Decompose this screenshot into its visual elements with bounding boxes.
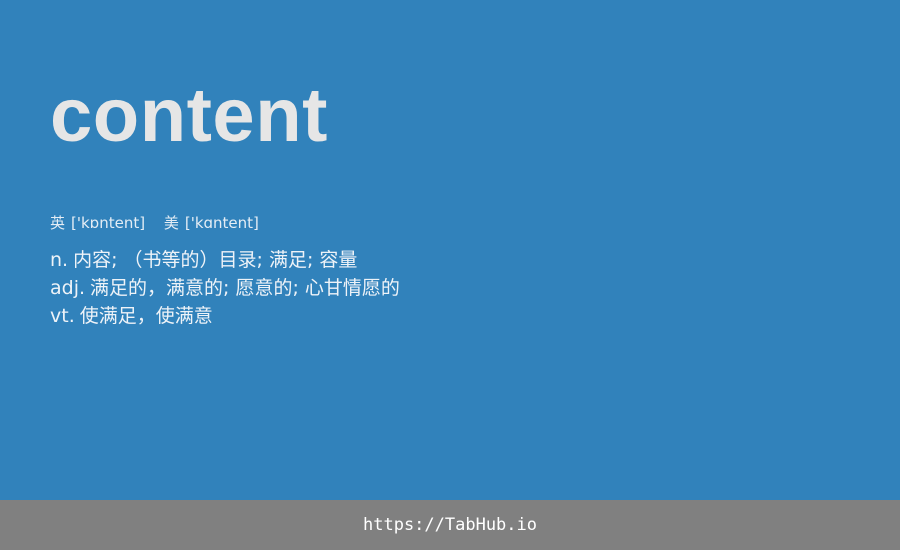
definition-meaning: 内容; （书等的）目录; 满足; 容量 (73, 249, 358, 271)
definition-meaning: 使满足，使满意 (79, 305, 213, 327)
phonetics: 英 ['kɒntent] 美 ['kɑntent] (50, 212, 273, 234)
definition-noun: n. 内容; （书等的）目录; 满足; 容量 (50, 246, 400, 274)
footer-link[interactable]: https://TabHub.io (363, 515, 537, 535)
phonetic-us-ipa: ['kɑntent] (184, 214, 259, 232)
definition-pos: vt. (50, 305, 75, 327)
definitions: n. 内容; （书等的）目录; 满足; 容量 adj. 满足的，满意的; 愿意的; … (50, 246, 400, 330)
phonetic-us: 美 ['kɑntent] (164, 212, 259, 234)
phonetic-us-label: 美 (163, 214, 179, 232)
definition-adjective: adj. 满足的，满意的; 愿意的; 心甘情愿的 (50, 274, 400, 302)
phonetic-uk-ipa: ['kɒntent] (71, 214, 146, 232)
definition-pos: n. (50, 249, 69, 271)
word-card: content 英 ['kɒntent] 美 ['kɑntent] n. 内容; （书… (0, 0, 900, 500)
definition-verb: vt. 使满足，使满意 (50, 302, 400, 330)
phonetic-uk-label: 英 (50, 214, 66, 232)
headword: content (50, 73, 328, 158)
definition-meaning: 满足的，满意的; 愿意的; 心甘情愿的 (90, 277, 400, 299)
footer: https://TabHub.io (0, 500, 900, 550)
definition-pos: adj. (50, 277, 86, 299)
phonetic-uk: 英 ['kɒntent] (50, 212, 145, 234)
